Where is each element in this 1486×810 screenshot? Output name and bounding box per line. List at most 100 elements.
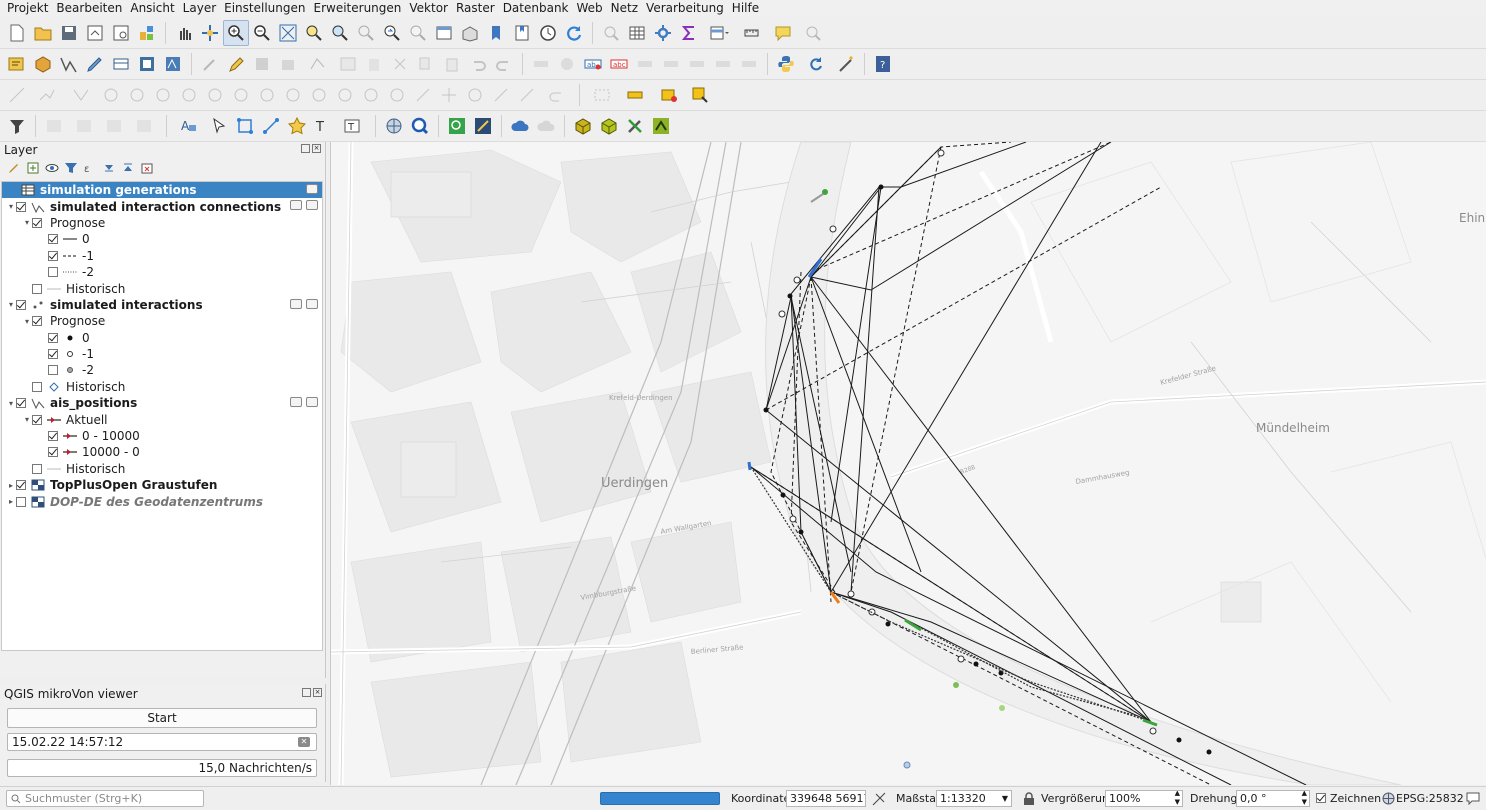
collapse-all-icon[interactable] <box>120 160 136 176</box>
map-tips-icon[interactable] <box>770 20 796 46</box>
label-abc-icon[interactable]: ab <box>580 51 606 77</box>
menu-erweiterungen[interactable]: Erweiterungen <box>310 0 406 17</box>
layer-tree-row[interactable]: simulation generations <box>2 182 322 199</box>
open-layer-styling-icon[interactable] <box>6 160 22 176</box>
timestamp-field[interactable]: 15.02.22 14:57:12 ✕ <box>7 733 317 751</box>
globe-icon[interactable] <box>1382 792 1395 805</box>
redo-icon[interactable] <box>491 51 517 77</box>
start-button[interactable]: Start <box>7 708 317 728</box>
embedded-layer-icon[interactable] <box>306 184 318 194</box>
lock-icon[interactable] <box>1023 792 1035 805</box>
zoom-full-icon[interactable] <box>275 20 301 46</box>
scale-field[interactable]: 1:13320 ▼ <box>936 790 1012 807</box>
layer-tree-row[interactable]: -1 <box>2 346 322 362</box>
measure-tool-icon[interactable] <box>470 113 496 139</box>
modify-attributes-icon[interactable] <box>335 51 361 77</box>
new-project-icon[interactable] <box>4 20 30 46</box>
filter-indicator-icon[interactable] <box>306 200 318 211</box>
toggle-extents-icon[interactable] <box>871 791 887 807</box>
temporal-controller-icon[interactable] <box>535 20 561 46</box>
layer-visibility-checkbox[interactable] <box>48 332 58 343</box>
zoom-native-icon[interactable] <box>353 20 379 46</box>
render-checkbox[interactable] <box>1316 793 1326 803</box>
menu-raster[interactable]: Raster <box>452 0 499 17</box>
virtual-layer-icon[interactable] <box>108 51 134 77</box>
show-bookmarks-icon[interactable] <box>509 20 535 46</box>
text-tool-icon[interactable]: T <box>310 113 336 139</box>
layer-tree-row[interactable]: ▾ Prognose <box>2 313 322 329</box>
invert-selection-icon[interactable] <box>101 113 127 139</box>
split-features-icon[interactable] <box>98 82 124 108</box>
toolbox-gear-icon[interactable] <box>650 20 676 46</box>
embedded-layer-icon[interactable] <box>290 200 302 211</box>
menu-projekt[interactable]: Projekt <box>3 0 52 17</box>
paste-features-icon[interactable] <box>439 51 465 77</box>
new-memory-layer-icon[interactable] <box>134 51 160 77</box>
new-map-view-icon[interactable] <box>431 20 457 46</box>
add-feature-icon[interactable] <box>275 51 301 77</box>
rotate-feature-icon[interactable] <box>462 82 488 108</box>
rotation-field[interactable]: 0,0 ° ▲ ▼ <box>1236 790 1310 807</box>
layer-tree-row[interactable]: Historisch <box>2 461 322 477</box>
layer-tree-row[interactable]: 0 <box>2 231 322 247</box>
clear-icon[interactable]: ✕ <box>298 737 310 747</box>
offset-curve-icon[interactable] <box>150 82 176 108</box>
style-manager-icon[interactable] <box>134 20 160 46</box>
print-layout-icon[interactable] <box>108 20 134 46</box>
rotate-point-icon[interactable] <box>384 82 410 108</box>
select-location-icon[interactable] <box>687 82 713 108</box>
delete-ring-icon[interactable] <box>280 82 306 108</box>
open-field-calculator-icon[interactable] <box>702 20 736 46</box>
layer-visibility-checkbox[interactable] <box>32 283 42 294</box>
magnifier-field[interactable]: 100% ▲ ▼ <box>1105 790 1183 807</box>
layer-visibility-checkbox[interactable] <box>32 316 42 327</box>
layer-tree-row[interactable]: -2 <box>2 264 322 280</box>
layer-visibility-checkbox[interactable] <box>48 431 58 442</box>
manage-themes-icon[interactable] <box>44 160 60 176</box>
layer-visibility-checkbox[interactable] <box>16 496 26 507</box>
snapping-icon[interactable] <box>4 82 30 108</box>
layer-visibility-checkbox[interactable] <box>16 398 26 409</box>
menu-einstellungen[interactable]: Einstellungen <box>220 0 309 17</box>
select-features-icon[interactable] <box>619 82 653 108</box>
expand-arrow-icon[interactable]: ▸ <box>6 497 16 506</box>
deselect-features-icon[interactable] <box>653 82 687 108</box>
float-panel-icon[interactable] <box>302 688 311 697</box>
undo-icon[interactable] <box>465 51 491 77</box>
layer-visibility-checkbox[interactable] <box>48 250 58 261</box>
expand-arrow-icon[interactable]: ▾ <box>22 415 32 424</box>
filter-expression-icon[interactable]: ε <box>82 160 98 176</box>
cloud-upload-icon[interactable] <box>507 113 533 139</box>
polygon-annotation-icon[interactable] <box>232 113 258 139</box>
expand-arrow-icon[interactable]: ▾ <box>6 399 16 408</box>
layer-visibility-checkbox[interactable] <box>16 480 26 491</box>
menu-layer[interactable]: Layer <box>179 0 220 17</box>
select-value-icon[interactable] <box>41 113 67 139</box>
filter-indicator-icon[interactable] <box>306 298 318 309</box>
map-canvas[interactable]: Uerdingen Mündelheim Ehin Krefeld-Uerdingen… <box>330 142 1486 785</box>
expand-arrow-icon[interactable]: ▾ <box>22 218 32 227</box>
add-group-icon[interactable] <box>25 160 41 176</box>
label-tool-icon[interactable] <box>528 51 554 77</box>
messages-icon[interactable] <box>1466 792 1480 805</box>
menu-web[interactable]: Web <box>573 0 607 17</box>
close-panel-icon[interactable]: × <box>312 144 321 153</box>
layer-tree-row[interactable]: Historisch <box>2 379 322 395</box>
zoom-to-selection-icon[interactable] <box>301 20 327 46</box>
layer-visibility-checkbox[interactable] <box>16 299 26 310</box>
layer-visibility-checkbox[interactable] <box>32 217 42 228</box>
refresh-icon[interactable] <box>561 20 587 46</box>
layer-visibility-checkbox[interactable] <box>16 201 26 212</box>
close-panel-icon[interactable]: × <box>313 688 322 697</box>
layer-tree-row[interactable]: 0 - 10000 <box>2 428 322 444</box>
pan-icon[interactable] <box>171 20 197 46</box>
plugin-reload-icon[interactable] <box>799 51 833 77</box>
spin-arrows-icon[interactable]: ▲ ▼ <box>1302 791 1307 806</box>
fill-ring-icon[interactable] <box>254 82 280 108</box>
line-annotation-icon[interactable] <box>258 113 284 139</box>
layer-tree-row[interactable]: ▾ simulated interaction connections <box>2 198 322 214</box>
data-source-manager-icon[interactable] <box>4 51 30 77</box>
current-edits-icon[interactable] <box>197 51 223 77</box>
expand-arrow-icon[interactable]: ▸ <box>6 481 16 490</box>
copy-features-icon[interactable] <box>413 51 439 77</box>
